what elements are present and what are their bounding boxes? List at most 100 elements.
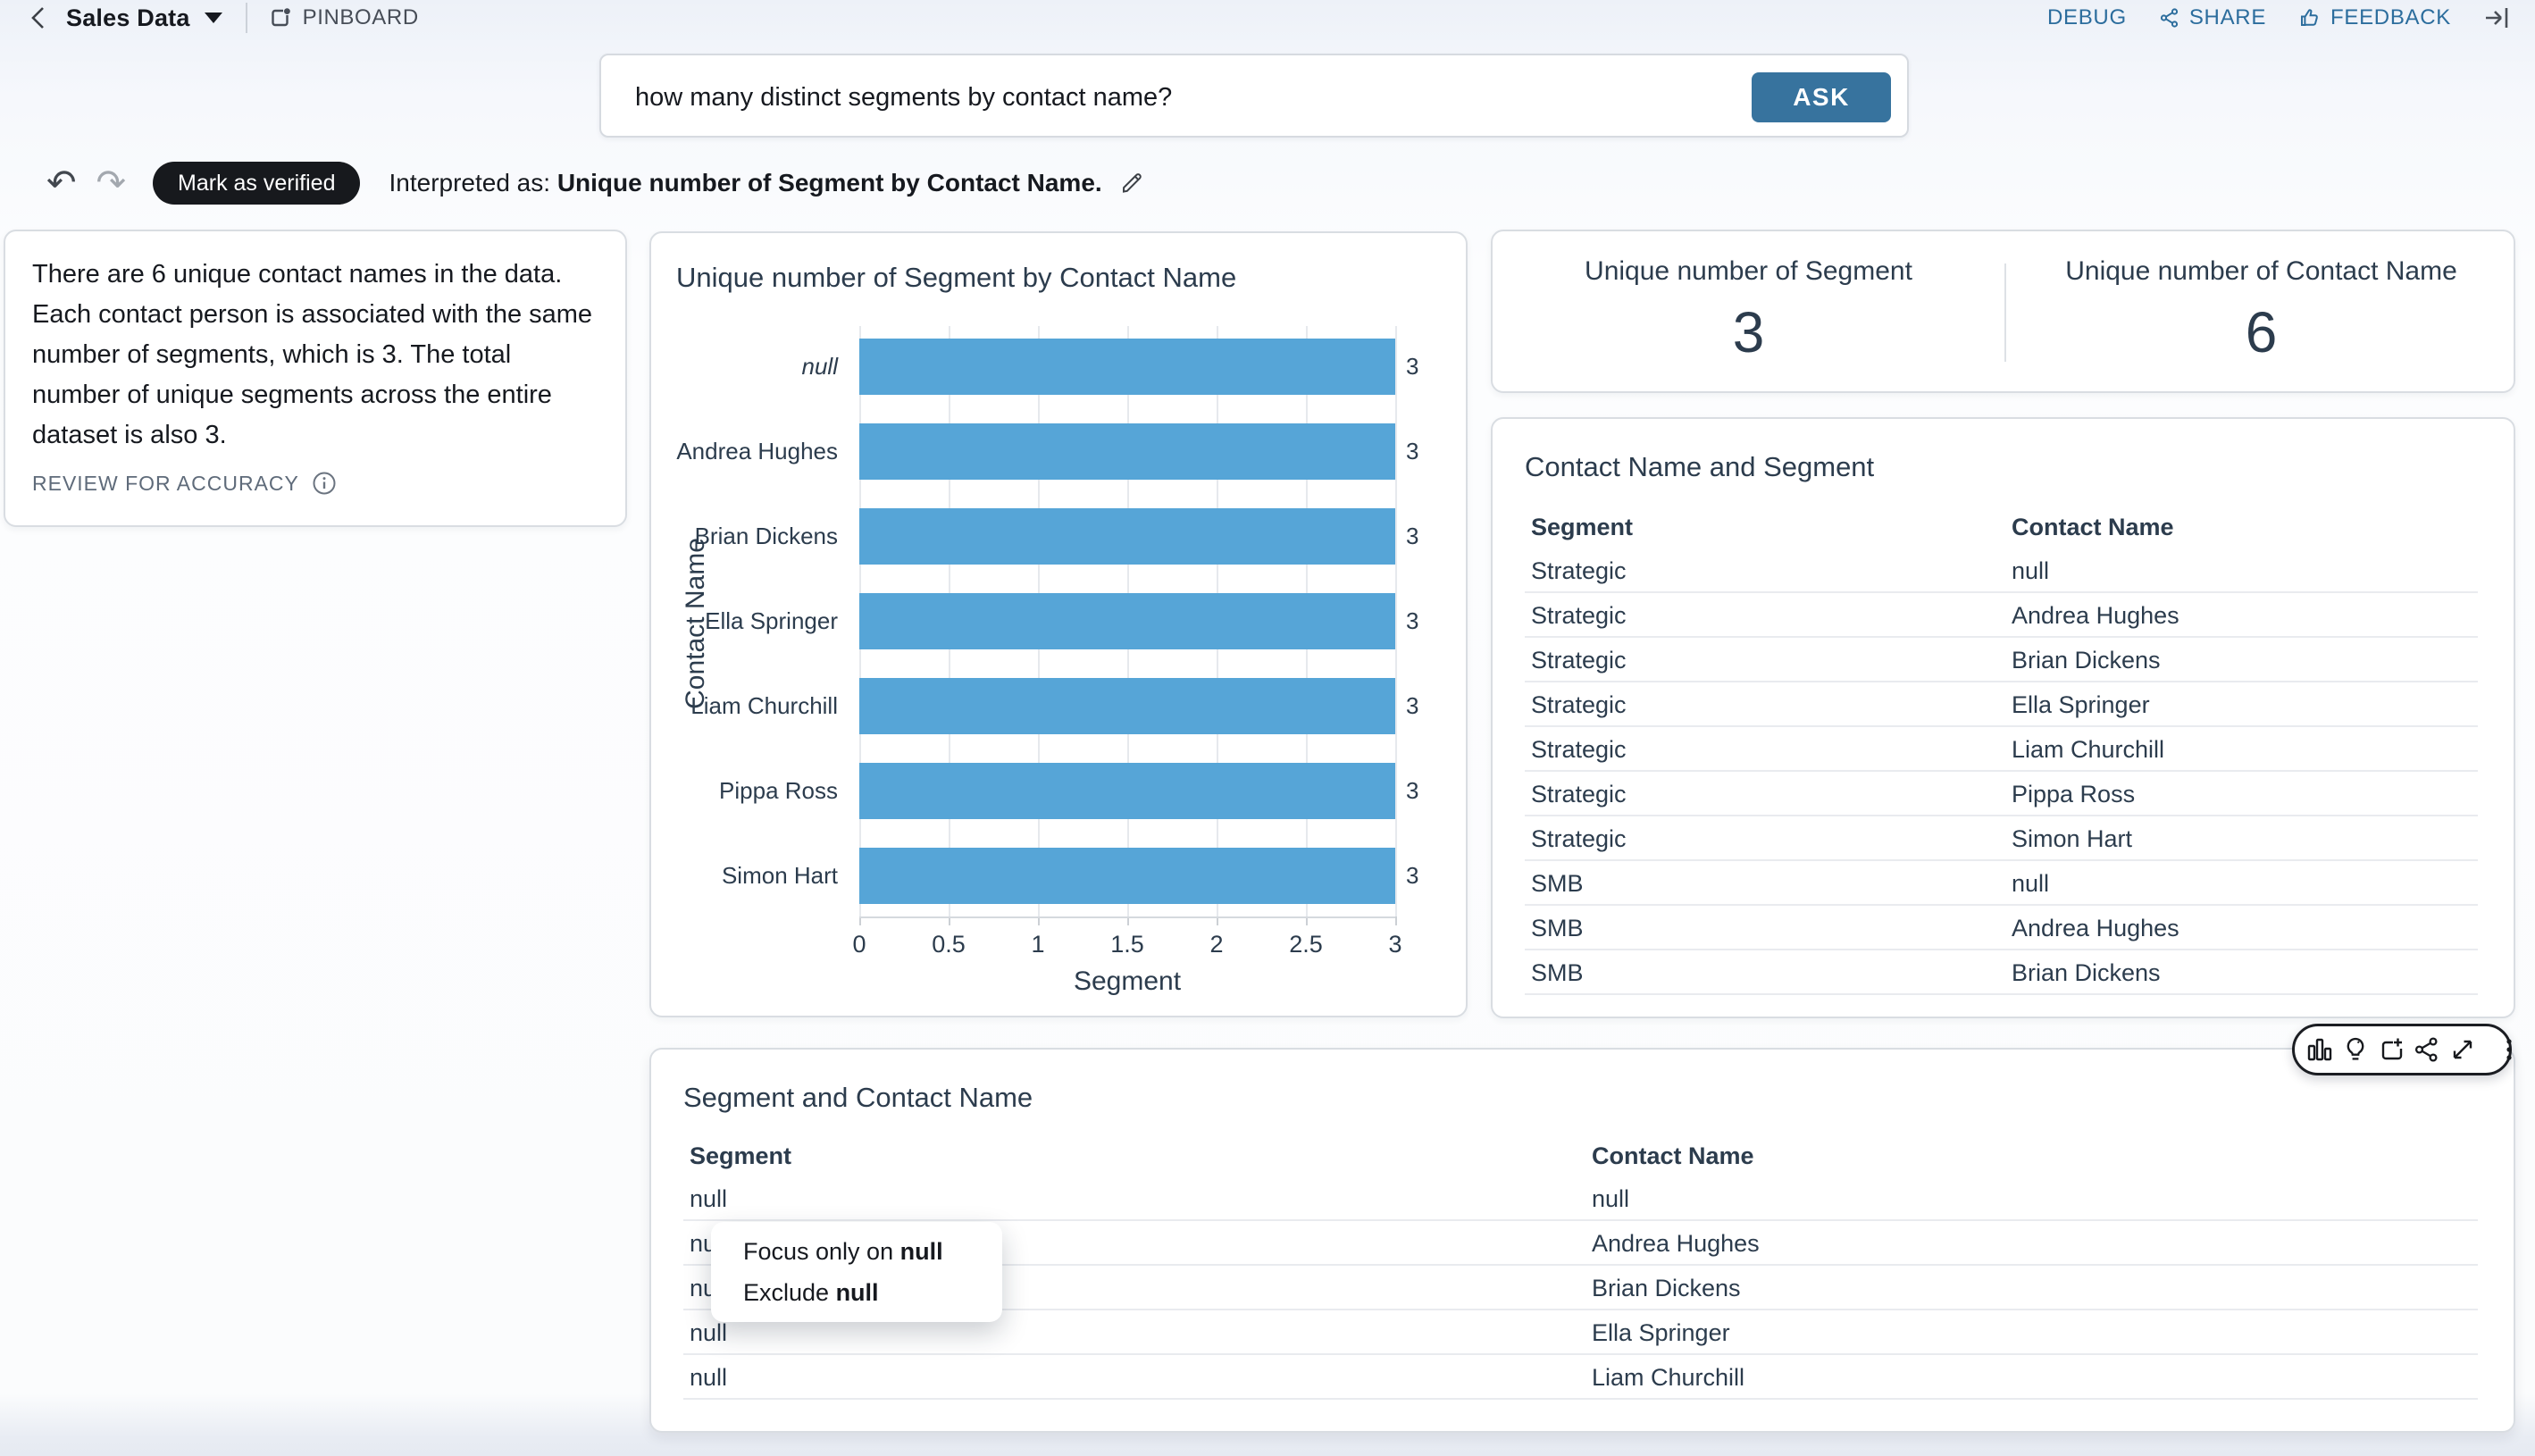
debug-label: DEBUG [2047, 5, 2127, 30]
menu-item-focus-only[interactable]: Focus only on null [711, 1231, 1002, 1272]
cell-contact-name[interactable]: Andrea Hughes [2012, 906, 2179, 950]
lightbulb-icon [2341, 1035, 2370, 1064]
visual-toolbar [2292, 1024, 2512, 1075]
cell-segment[interactable]: Strategic [1531, 772, 1627, 816]
table-row[interactable]: null null [683, 1176, 2478, 1221]
dataset-selector-label[interactable]: Sales Data [66, 4, 190, 32]
category-label[interactable]: Brian Dickens [651, 508, 849, 565]
pinboard-button[interactable]: PINBOARD [269, 5, 419, 30]
chart-bar[interactable] [859, 593, 1395, 649]
cell-segment[interactable]: SMB [1531, 906, 1584, 950]
share-visual-button[interactable] [2413, 1033, 2441, 1067]
table-row[interactable]: Strategic Andrea Hughes [1525, 593, 2478, 638]
cell-segment[interactable]: Strategic [1531, 638, 1627, 682]
cell-contact-name[interactable]: null [1592, 1176, 1629, 1221]
cell-contact-name[interactable]: Pippa Ross [2012, 772, 2135, 816]
cell-contact-name[interactable]: Ella Springer [1592, 1310, 1730, 1355]
table-row[interactable]: Strategic Liam Churchill [1525, 727, 2478, 772]
cell-segment[interactable]: Strategic [1531, 682, 1627, 727]
category-label[interactable]: null [651, 339, 849, 395]
cell-segment[interactable]: Strategic [1531, 816, 1627, 861]
bar-value-label: 3 [1406, 593, 1418, 649]
table-row[interactable]: null Liam Churchill [683, 1355, 2478, 1400]
info-icon[interactable] [312, 471, 337, 496]
thumbs-up-icon [2298, 6, 2322, 29]
cell-contact-name[interactable]: null [2012, 548, 2049, 593]
cell-segment[interactable]: null [690, 1355, 727, 1400]
caret-down-icon[interactable] [205, 13, 222, 23]
table-row[interactable]: SMB Brian Dickens [1525, 950, 2478, 995]
table-title: Contact Name and Segment [1525, 451, 1874, 483]
debug-button[interactable]: DEBUG [2047, 5, 2127, 30]
back-button[interactable] [23, 3, 54, 33]
insights-button[interactable] [2341, 1033, 2370, 1067]
table-row[interactable]: SMB null [1525, 861, 2478, 906]
interpretation-text: Unique number of Segment by Contact Name… [557, 169, 1102, 197]
cell-contact-name[interactable]: Brian Dickens [1592, 1266, 1741, 1310]
cell-contact-name[interactable]: Andrea Hughes [1592, 1221, 1760, 1266]
table-row[interactable]: SMB Andrea Hughes [1525, 906, 2478, 950]
bar-chart-icon [2305, 1035, 2334, 1064]
cell-contact-name[interactable]: Andrea Hughes [2012, 593, 2179, 638]
cell-contact-name[interactable]: Simon Hart [2012, 816, 2132, 861]
cell-segment[interactable]: Strategic [1531, 548, 1627, 593]
cell-segment[interactable]: Strategic [1531, 593, 1627, 638]
context-menu: Focus only on null Exclude null [711, 1222, 1002, 1322]
review-label: REVIEW FOR ACCURACY [32, 472, 299, 496]
chart-bar[interactable] [859, 339, 1395, 395]
column-header-segment[interactable]: Segment [690, 1134, 791, 1178]
add-to-pinboard-button[interactable] [2377, 1033, 2405, 1067]
cell-segment[interactable]: null [690, 1176, 727, 1221]
collapse-panel-button[interactable] [2483, 5, 2510, 30]
chart-bar[interactable] [859, 848, 1395, 904]
category-label[interactable]: Simon Hart [651, 848, 849, 904]
kpi-segment: Unique number of Segment 3 [1493, 231, 2004, 391]
maximize-button[interactable] [2448, 1033, 2477, 1067]
share-button[interactable]: SHARE [2159, 5, 2266, 30]
chart-bar[interactable] [859, 423, 1395, 480]
cell-contact-name[interactable]: Ella Springer [2012, 682, 2150, 727]
table-row[interactable]: Strategic Ella Springer [1525, 682, 2478, 727]
topbar-divider [246, 3, 247, 33]
table-row[interactable]: Strategic null [1525, 548, 2478, 593]
bar-value-label: 3 [1406, 339, 1418, 395]
cell-segment[interactable]: Strategic [1531, 727, 1627, 772]
cell-contact-name[interactable]: null [2012, 861, 2049, 906]
redo-icon[interactable]: ↷ [96, 165, 127, 201]
table-row[interactable]: Strategic Pippa Ross [1525, 772, 2478, 816]
table-row[interactable]: Strategic Simon Hart [1525, 816, 2478, 861]
chart-type-button[interactable] [2305, 1033, 2334, 1067]
cell-contact-name[interactable]: Liam Churchill [1592, 1355, 1744, 1400]
x-tick-label: 0.5 [913, 931, 984, 958]
chart-bar[interactable] [859, 508, 1395, 565]
mark-as-verified-button[interactable]: Mark as verified [153, 162, 360, 205]
cell-contact-name[interactable]: Liam Churchill [2012, 727, 2164, 772]
pinboard-icon [269, 6, 292, 29]
kpi-title: Unique number of Segment [1493, 256, 2004, 287]
cell-segment[interactable]: SMB [1531, 861, 1584, 906]
feedback-button[interactable]: FEEDBACK [2298, 5, 2451, 30]
pinboard-label: PINBOARD [303, 5, 419, 30]
menu-item-exclude[interactable]: Exclude null [711, 1272, 1002, 1313]
category-label[interactable]: Pippa Ross [651, 763, 849, 819]
column-header-segment[interactable]: Segment [1531, 505, 1633, 549]
category-label[interactable]: Andrea Hughes [651, 423, 849, 480]
ask-button[interactable]: ASK [1752, 72, 1891, 122]
more-options-button[interactable] [2495, 1033, 2523, 1067]
chart-bar[interactable] [859, 763, 1395, 819]
question-input[interactable]: how many distinct segments by contact na… [635, 55, 1172, 139]
category-label[interactable]: Liam Churchill [651, 678, 849, 734]
table-row[interactable]: Strategic Brian Dickens [1525, 638, 2478, 682]
cell-contact-name[interactable]: Brian Dickens [2012, 950, 2161, 995]
bar-chart-card: Unique number of Segment by Contact Name… [649, 231, 1468, 1017]
arrow-to-bar-icon [2483, 5, 2510, 30]
kebab-icon [2495, 1035, 2523, 1064]
cell-contact-name[interactable]: Brian Dickens [2012, 638, 2161, 682]
column-header-contact-name[interactable]: Contact Name [2012, 505, 2174, 549]
column-header-contact-name[interactable]: Contact Name [1592, 1134, 1754, 1178]
cell-segment[interactable]: SMB [1531, 950, 1584, 995]
category-label[interactable]: Ella Springer [651, 593, 849, 649]
undo-icon[interactable]: ↶ [46, 165, 77, 201]
chart-bar[interactable] [859, 678, 1395, 734]
edit-interpretation-button[interactable] [1118, 170, 1145, 197]
